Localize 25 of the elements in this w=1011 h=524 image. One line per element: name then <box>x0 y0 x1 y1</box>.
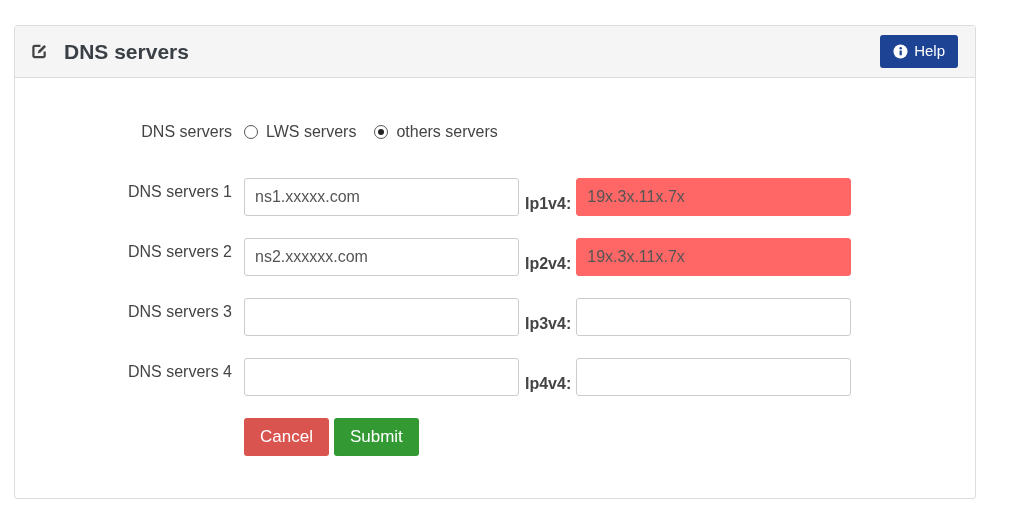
radio-option[interactable]: others servers <box>374 120 498 144</box>
field-label: DNS servers 2 <box>126 242 232 262</box>
hostname-field[interactable] <box>244 298 519 336</box>
ip-field[interactable] <box>576 358 852 396</box>
field-label: DNS servers 4 <box>126 362 232 382</box>
field-label: DNS servers 3 <box>126 302 232 322</box>
field-label: DNS servers <box>140 122 232 142</box>
hostname-field[interactable]: ns2.xxxxxx.com <box>244 238 519 276</box>
ip-label: Ip3v4: <box>525 314 572 334</box>
radio-button[interactable] <box>244 125 258 139</box>
radio-option[interactable]: LWS servers <box>244 120 357 144</box>
submit-button[interactable]: Submit <box>333 418 419 456</box>
hostname-field[interactable]: ns1.xxxxx.com <box>244 178 519 216</box>
ip-label: Ip1v4: <box>525 194 572 214</box>
ip-field[interactable] <box>576 298 852 336</box>
ip-label: Ip4v4: <box>525 374 572 394</box>
field-label: DNS servers 1 <box>126 182 232 202</box>
cancel-button[interactable]: Cancel <box>244 418 329 456</box>
ip-label: Ip2v4: <box>525 254 572 274</box>
radio-button[interactable] <box>374 125 389 139</box>
info-icon <box>893 44 909 59</box>
help-button[interactable]: Help <box>880 35 958 68</box>
edit-icon <box>32 44 47 59</box>
hostname-field[interactable] <box>244 358 519 396</box>
panel-title: DNS servers <box>64 38 189 65</box>
